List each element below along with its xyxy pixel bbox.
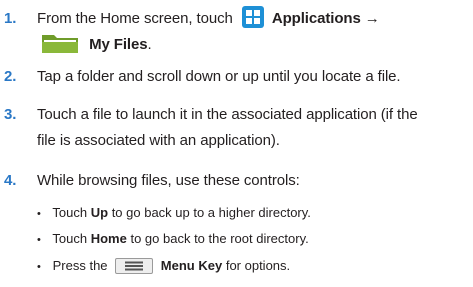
control-item-up: • Touch Up to go back up to a higher dir… xyxy=(37,204,311,223)
folder-icon xyxy=(41,32,79,54)
step-4-text: While browsing files, use these controls… xyxy=(37,172,300,189)
applications-label: Applications xyxy=(271,10,361,27)
step-4: 4. While browsing files, use these contr… xyxy=(0,170,473,192)
step-number: 3. xyxy=(4,106,17,123)
instructions-page: 1. From the Home screen, touch Applicati… xyxy=(0,0,473,287)
control-prefix: Touch xyxy=(52,205,88,220)
applications-grid-icon xyxy=(241,6,264,29)
bullet: • xyxy=(37,208,41,220)
control-prefix: Press the xyxy=(52,258,108,273)
menu-key-label: Menu Key xyxy=(160,258,223,273)
step-3: 3. Touch a file to launch it in the asso… xyxy=(0,104,473,152)
step-1-line-1: From the Home screen, touch Applications… xyxy=(37,6,380,30)
control-suffix: for options. xyxy=(225,258,291,273)
period: . xyxy=(147,36,152,53)
arrow: → xyxy=(364,10,380,27)
control-item-home: • Touch Home to go back to the root dire… xyxy=(37,230,309,249)
home-label: Home xyxy=(90,231,127,246)
step-1: 1. From the Home screen, touch Applicati… xyxy=(0,6,473,58)
step-number: 4. xyxy=(4,172,17,189)
up-label: Up xyxy=(90,205,109,220)
step-1-line-2: My Files. xyxy=(41,34,152,56)
bullet: • xyxy=(37,234,41,246)
step-2-text: Tap a folder and scroll down or up until… xyxy=(37,68,401,85)
step-3-line-1: Touch a file to launch it in the associa… xyxy=(37,106,418,123)
step-number: 2. xyxy=(4,68,17,85)
control-item-menu-key: • Press the Menu Key for options. xyxy=(37,257,290,276)
step-number: 1. xyxy=(4,10,17,27)
step-1-prefix: From the Home screen, touch xyxy=(37,10,233,27)
my-files-label: My Files xyxy=(89,36,148,53)
step-3-line-2: file is associated with an application). xyxy=(37,132,280,149)
step-2: 2. Tap a folder and scroll down or up un… xyxy=(0,66,473,88)
bullet: • xyxy=(37,261,41,273)
control-prefix: Touch xyxy=(52,231,88,246)
control-suffix: to go back to the root directory. xyxy=(130,231,309,246)
menu-key-icon xyxy=(115,257,154,274)
control-suffix: to go back up to a higher directory. xyxy=(111,205,311,220)
